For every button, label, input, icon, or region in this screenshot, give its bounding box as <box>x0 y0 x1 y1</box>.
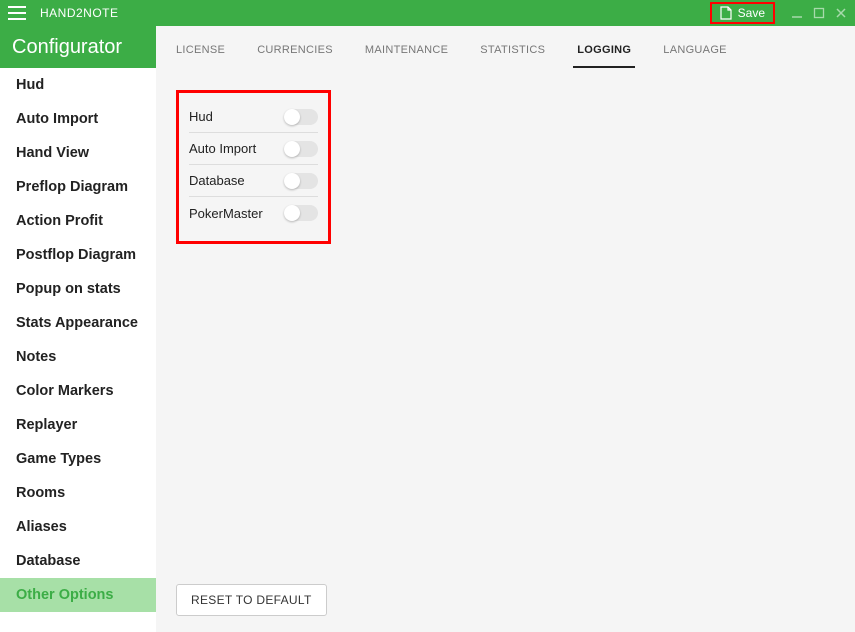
save-label: Save <box>738 6 765 20</box>
menu-icon[interactable] <box>8 6 26 20</box>
sidebar: HudAuto ImportHand ViewPreflop DiagramAc… <box>0 68 156 632</box>
sidebar-item-hand-view[interactable]: Hand View <box>0 136 156 170</box>
toggle-switch-auto-import[interactable] <box>284 141 318 157</box>
sidebar-item-replayer[interactable]: Replayer <box>0 408 156 442</box>
sidebar-item-stats-appearance[interactable]: Stats Appearance <box>0 306 156 340</box>
tab-maintenance[interactable]: MAINTENANCE <box>363 44 450 68</box>
tab-license[interactable]: LICENSE <box>174 44 227 68</box>
sidebar-item-popup-on-stats[interactable]: Popup on stats <box>0 272 156 306</box>
sidebar-item-postflop-diagram[interactable]: Postflop Diagram <box>0 238 156 272</box>
sidebar-item-notes[interactable]: Notes <box>0 340 156 374</box>
toggle-switch-pokermaster[interactable] <box>284 205 318 221</box>
body: HudAuto ImportHand ViewPreflop DiagramAc… <box>0 68 855 632</box>
reset-to-default-button[interactable]: RESET TO DEFAULT <box>176 584 327 616</box>
sidebar-item-other-options[interactable]: Other Options <box>0 578 156 612</box>
sidebar-item-aliases[interactable]: Aliases <box>0 510 156 544</box>
close-icon[interactable] <box>835 7 847 19</box>
tab-currencies[interactable]: CURRENCIES <box>255 44 335 68</box>
sidebar-item-preflop-diagram[interactable]: Preflop Diagram <box>0 170 156 204</box>
sidebar-item-hud[interactable]: Hud <box>0 68 156 102</box>
sidebar-item-auto-import[interactable]: Auto Import <box>0 102 156 136</box>
save-button[interactable]: Save <box>710 2 775 24</box>
subheader: Configurator LICENSE CURRENCIES MAINTENANC… <box>0 26 855 68</box>
sidebar-item-color-markers[interactable]: Color Markers <box>0 374 156 408</box>
minimize-icon[interactable] <box>791 7 803 19</box>
titlebar-right: Save <box>710 2 847 24</box>
tab-statistics[interactable]: STATISTICS <box>478 44 547 68</box>
page-title: Configurator <box>0 26 156 68</box>
toggle-row-pokermaster: PokerMaster <box>189 197 318 229</box>
save-file-icon <box>720 6 732 20</box>
toggle-row-hud: Hud <box>189 101 318 133</box>
sidebar-item-action-profit[interactable]: Action Profit <box>0 204 156 238</box>
toggle-row-database: Database <box>189 165 318 197</box>
app-name: HAND2NOTE <box>40 6 119 20</box>
sidebar-item-database[interactable]: Database <box>0 544 156 578</box>
toggle-switch-hud[interactable] <box>284 109 318 125</box>
tab-language[interactable]: LANGUAGE <box>661 44 729 68</box>
tabs: LICENSE CURRENCIES MAINTENANCE STATISTICS LO… <box>156 26 855 68</box>
toggle-label: Database <box>189 173 245 188</box>
logging-toggle-panel: Hud Auto Import Database PokerMaster <box>176 90 331 244</box>
titlebar: HAND2NOTE Save <box>0 0 855 26</box>
tab-logging[interactable]: LOGGING <box>575 44 633 68</box>
window-controls <box>791 7 847 19</box>
maximize-icon[interactable] <box>813 7 825 19</box>
toggle-label: Hud <box>189 109 213 124</box>
sidebar-item-rooms[interactable]: Rooms <box>0 476 156 510</box>
main-panel: Hud Auto Import Database PokerMaster RESET … <box>156 68 855 632</box>
toggle-switch-database[interactable] <box>284 173 318 189</box>
sidebar-item-game-types[interactable]: Game Types <box>0 442 156 476</box>
toggle-row-auto-import: Auto Import <box>189 133 318 165</box>
toggle-label: PokerMaster <box>189 206 263 221</box>
toggle-label: Auto Import <box>189 141 256 156</box>
